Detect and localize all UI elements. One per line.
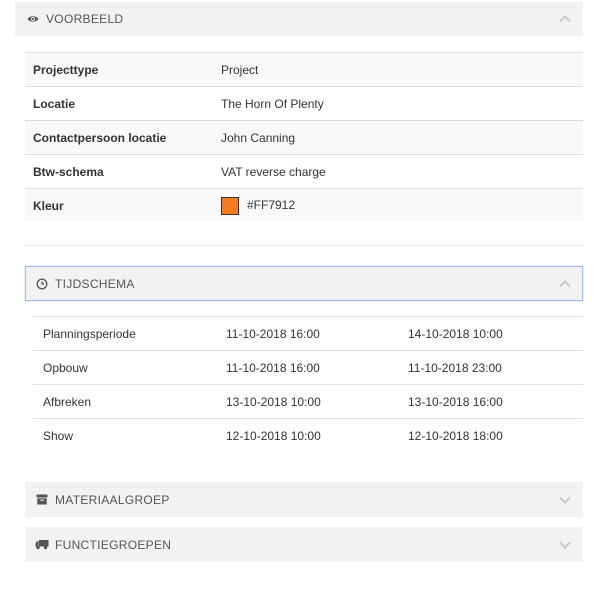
clock-icon: [35, 277, 49, 291]
table-row: Locatie The Horn Of Plenty: [25, 86, 583, 121]
archive-icon: [35, 493, 49, 507]
eye-icon: [26, 12, 40, 26]
schedule-name: Afbreken: [33, 384, 226, 419]
row-value: The Horn Of Plenty: [221, 86, 583, 121]
chevron-down-icon[interactable]: [558, 538, 572, 552]
panel-header-voorbeeld[interactable]: VOORBEELD: [15, 2, 583, 36]
panel-title: FUNCTIEGROEPEN: [55, 537, 172, 552]
row-value: John Canning: [221, 120, 583, 155]
table-row: Show 12-10-2018 10:00 12-10-2018 18:00: [33, 418, 583, 452]
chevron-down-icon[interactable]: [558, 493, 572, 507]
panel-title: TIJDSCHEMA: [55, 276, 135, 291]
schedule-name: Show: [33, 418, 226, 452]
color-swatch: [221, 196, 239, 215]
panel-header-functiegroepen[interactable]: FUNCTIEGROEPEN: [25, 527, 583, 562]
row-label: Locatie: [25, 86, 221, 121]
truck-icon: [35, 538, 49, 552]
schedule-start: 11-10-2018 16:00: [226, 350, 408, 385]
table-row: Opbouw 11-10-2018 16:00 11-10-2018 23:00: [33, 350, 583, 385]
panel-header-materiaalgroep[interactable]: MATERIAALGROEP: [25, 482, 583, 517]
table-row: Afbreken 13-10-2018 10:00 13-10-2018 16:…: [33, 384, 583, 419]
row-label: Projecttype: [25, 52, 221, 87]
row-label: Contactpersoon locatie: [25, 120, 221, 155]
chevron-up-icon[interactable]: [558, 277, 572, 291]
divider: [25, 245, 583, 246]
row-label: Btw-schema: [25, 154, 221, 189]
row-label: Kleur: [25, 188, 221, 222]
panel-title: VOORBEELD: [46, 12, 124, 26]
schedule-end: 12-10-2018 18:00: [408, 418, 583, 452]
table-row: Kleur #FF7912: [25, 188, 583, 222]
schedule-name: Opbouw: [33, 350, 226, 385]
panel-header-tijdschema[interactable]: TIJDSCHEMA: [25, 266, 583, 301]
row-value: VAT reverse charge: [221, 154, 583, 189]
color-value: #FF7912: [247, 197, 296, 212]
schedule-end: 13-10-2018 16:00: [408, 384, 583, 419]
schedule-start: 12-10-2018 10:00: [226, 418, 408, 452]
table-row: Projecttype Project: [25, 52, 583, 87]
table-row: Contactpersoon locatie John Canning: [25, 120, 583, 155]
schedule-end: 14-10-2018 10:00: [408, 316, 583, 351]
panel-title: MATERIAALGROEP: [55, 492, 170, 507]
chevron-up-icon[interactable]: [558, 12, 572, 26]
schedule-start: 11-10-2018 16:00: [226, 316, 408, 351]
row-value: #FF7912: [221, 188, 583, 222]
table-row: Btw-schema VAT reverse charge: [25, 154, 583, 189]
schedule-end: 11-10-2018 23:00: [408, 350, 583, 385]
schedule-table: Planningsperiode 11-10-2018 16:00 14-10-…: [33, 316, 583, 452]
table-row: Planningsperiode 11-10-2018 16:00 14-10-…: [33, 316, 583, 351]
schedule-start: 13-10-2018 10:00: [226, 384, 408, 419]
schedule-name: Planningsperiode: [33, 316, 226, 351]
row-value: Project: [221, 52, 583, 87]
details-table: Projecttype Project Locatie The Horn Of …: [25, 52, 583, 222]
